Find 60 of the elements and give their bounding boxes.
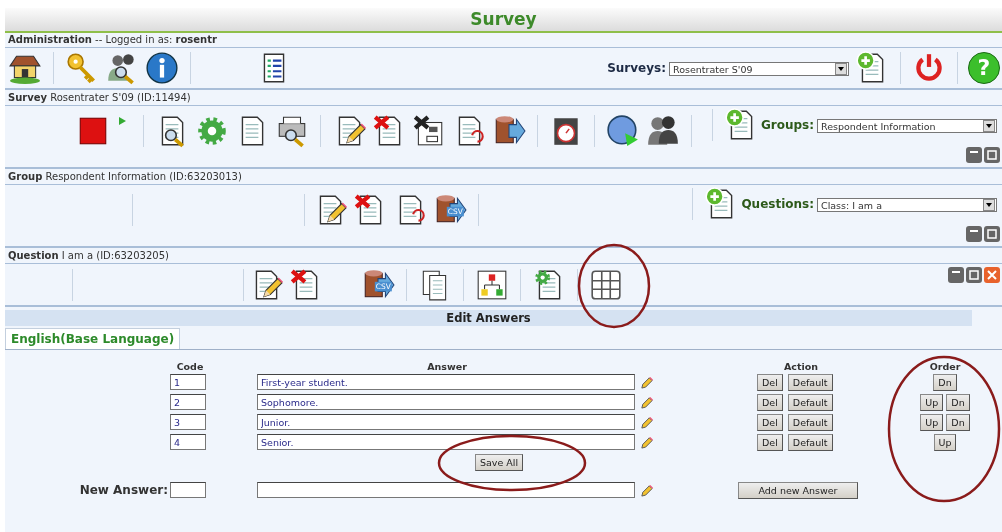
- order-button[interactable]: Up: [920, 393, 944, 411]
- column-header: Action: [782, 361, 820, 372]
- surveys-dropdown[interactable]: Rosentrater S'09: [669, 62, 849, 76]
- column-header: Code: [175, 361, 205, 372]
- order-button[interactable]: Dn: [946, 393, 970, 411]
- code-field[interactable]: [170, 482, 206, 498]
- users-icon[interactable]: [646, 114, 680, 148]
- answer-field[interactable]: First-year student.: [257, 374, 635, 390]
- code-field[interactable]: 1: [170, 374, 206, 390]
- order-button[interactable]: Dn: [946, 413, 970, 431]
- language-tab[interactable]: English(Base Language): [5, 328, 181, 349]
- add-answer-button[interactable]: Add new Answer: [738, 481, 858, 499]
- code-field[interactable]: 3: [170, 414, 206, 430]
- order-button[interactable]: Dn: [933, 373, 957, 391]
- questions-dropdown[interactable]: Class: I am a: [817, 198, 997, 212]
- minimize-button[interactable]: [948, 267, 964, 283]
- maximize-button[interactable]: [984, 226, 1000, 242]
- delete-button[interactable]: Del: [757, 393, 783, 411]
- answer-field[interactable]: [257, 482, 635, 498]
- page-title: Survey: [5, 8, 1002, 33]
- save-all-button[interactable]: Save All: [475, 453, 524, 471]
- order-button[interactable]: Up: [933, 433, 957, 451]
- table-icon[interactable]: [589, 267, 623, 302]
- close-button[interactable]: [984, 267, 1000, 283]
- default-button[interactable]: Default: [787, 433, 833, 451]
- section-header: Group Respondent Information (ID:63203013): [5, 170, 1002, 185]
- delete-button[interactable]: Del: [757, 413, 783, 431]
- order-button[interactable]: Up: [920, 413, 944, 431]
- maximize-button[interactable]: [984, 147, 1000, 163]
- pencil-icon[interactable]: [640, 395, 653, 409]
- pencil-icon[interactable]: [640, 415, 653, 429]
- answer-field[interactable]: Sophomore.: [257, 394, 635, 410]
- column-header: Answer: [426, 361, 468, 372]
- column-header: Order: [928, 361, 962, 372]
- gear-icon[interactable]: [195, 114, 229, 148]
- section-title: Edit Answers: [5, 310, 972, 326]
- delete-button[interactable]: Del: [757, 433, 783, 451]
- surveys-label: Surveys:: [607, 61, 666, 75]
- section-header: Administration -- Logged in as: rosentr: [5, 33, 1002, 48]
- pencil-icon[interactable]: [640, 483, 653, 497]
- pencil-icon[interactable]: [640, 435, 653, 449]
- section-header: Survey Rosentrater S'09 (ID:11494): [5, 91, 1002, 106]
- pencil-icon[interactable]: [640, 375, 653, 389]
- groups-label: Groups:: [760, 118, 814, 132]
- answer-field[interactable]: Junior.: [257, 414, 635, 430]
- questions-label: Questions:: [741, 197, 814, 211]
- section-header: Question I am a (ID:63203205): [5, 249, 1002, 264]
- code-field[interactable]: 2: [170, 394, 206, 410]
- minimize-button[interactable]: [966, 226, 982, 242]
- groups-dropdown[interactable]: Respondent Information: [817, 119, 997, 133]
- answer-field[interactable]: Senior.: [257, 434, 635, 450]
- info-icon[interactable]: [145, 51, 179, 85]
- default-button[interactable]: Default: [787, 413, 833, 431]
- default-button[interactable]: Default: [787, 393, 833, 411]
- delete-button[interactable]: Del: [757, 373, 783, 391]
- default-button[interactable]: Default: [787, 373, 833, 391]
- minimize-button[interactable]: [966, 147, 982, 163]
- maximize-button[interactable]: [966, 267, 982, 283]
- code-field[interactable]: 4: [170, 434, 206, 450]
- new-answer-label: New Answer:: [78, 483, 169, 497]
